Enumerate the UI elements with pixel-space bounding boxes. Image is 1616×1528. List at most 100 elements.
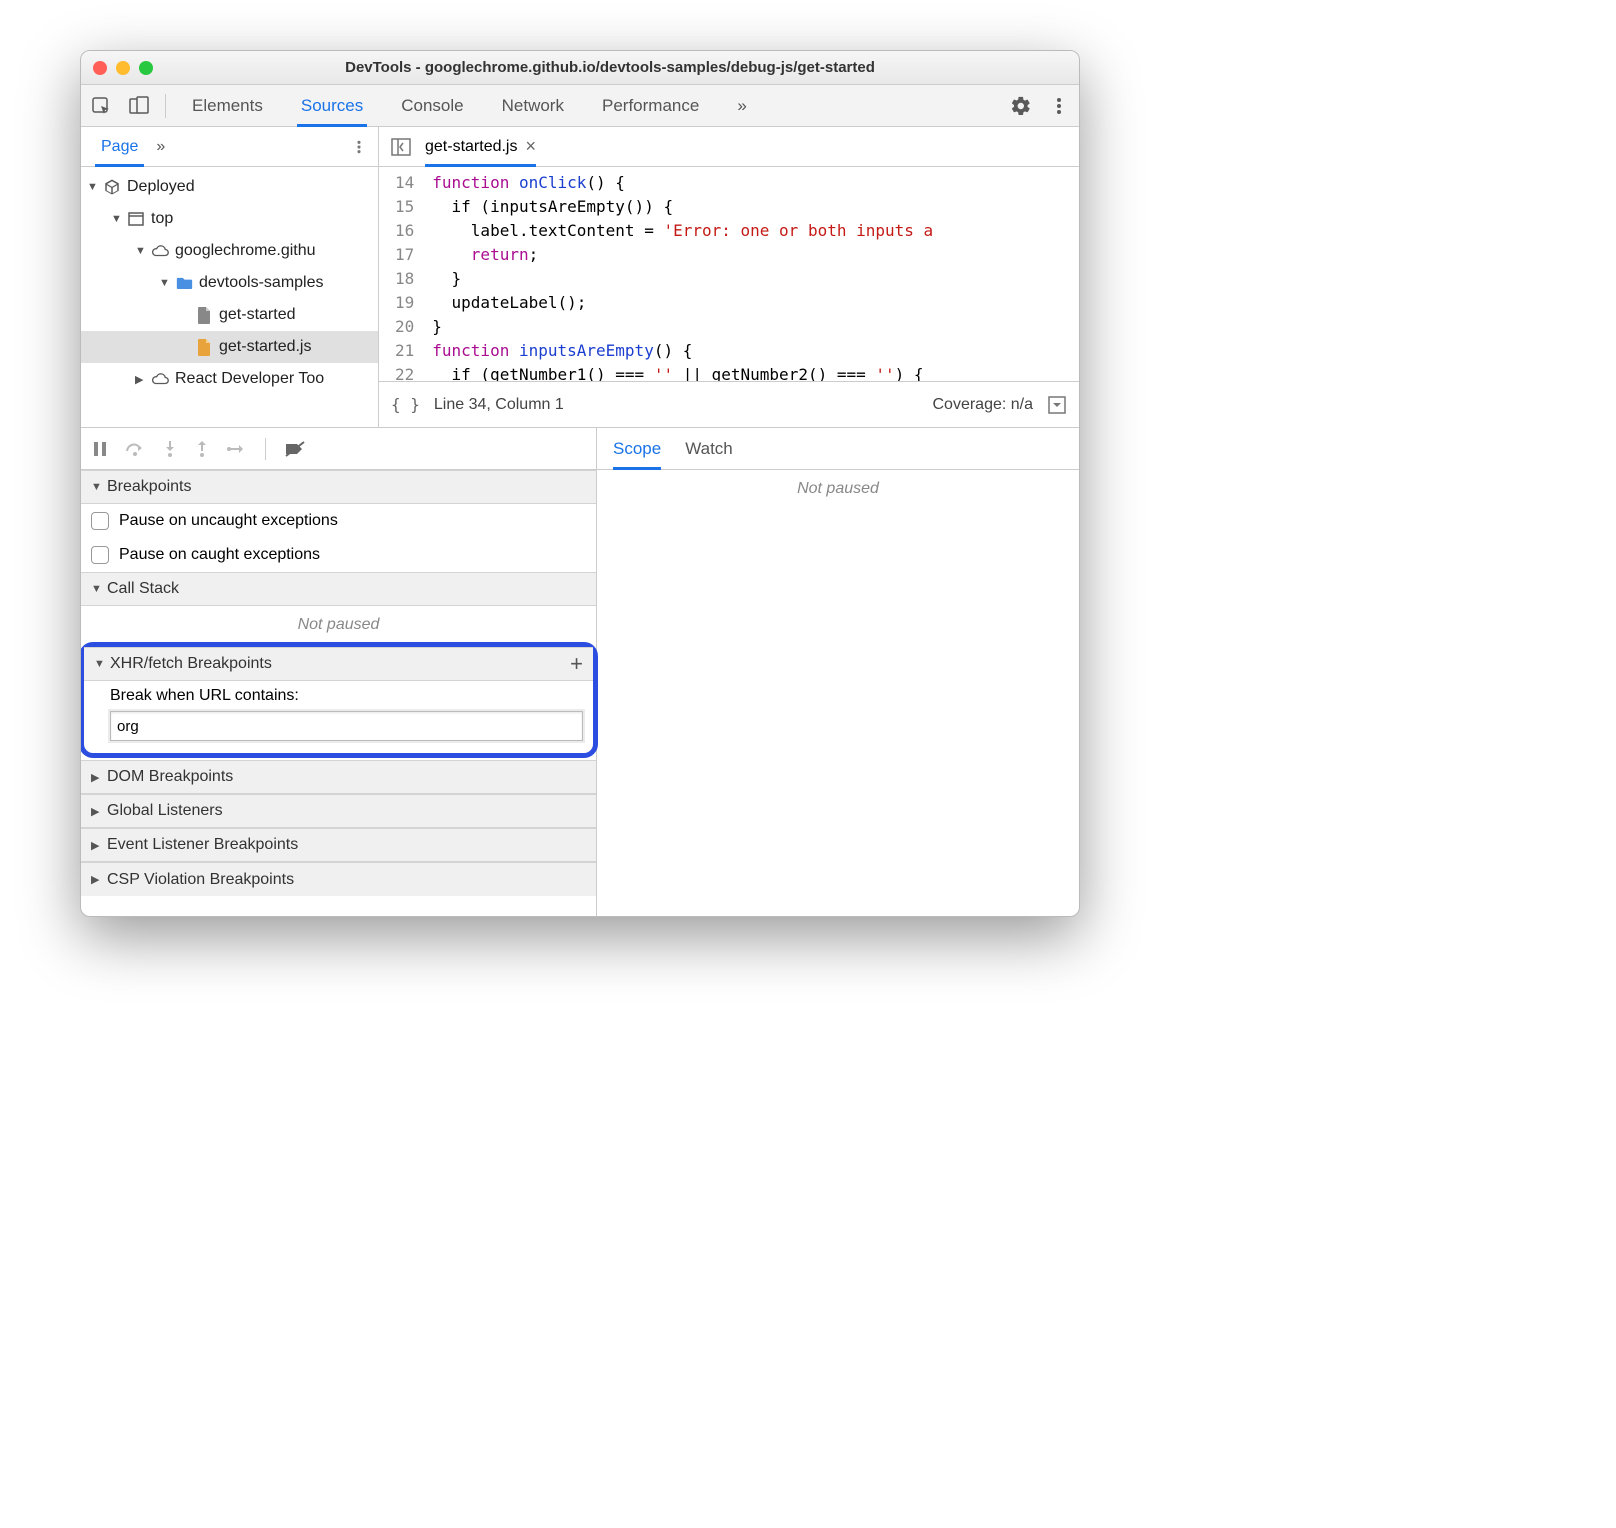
tab-network[interactable]: Network xyxy=(490,85,576,127)
section-label: Event Listener Breakpoints xyxy=(107,836,298,854)
line-number: 22 xyxy=(395,363,414,381)
editor-tab[interactable]: get-started.js × xyxy=(425,127,536,167)
editor-tab-label: get-started.js xyxy=(425,138,517,156)
section-label: XHR/fetch Breakpoints xyxy=(110,655,272,673)
pause-caught-row[interactable]: Pause on caught exceptions xyxy=(81,538,596,572)
step-out-icon[interactable] xyxy=(195,440,209,458)
add-xhr-breakpoint-button[interactable]: + xyxy=(570,651,583,677)
section-label: CSP Violation Breakpoints xyxy=(107,871,294,889)
tab-watch[interactable]: Watch xyxy=(685,428,733,470)
tree-node-extension[interactable]: ▶ React Developer Too xyxy=(81,363,378,395)
tabs-overflow[interactable]: » xyxy=(725,85,758,127)
minimize-window-button[interactable] xyxy=(116,61,130,75)
tree-node-origin[interactable]: ▼ googlechrome.githu xyxy=(81,235,378,267)
line-number: 18 xyxy=(395,267,414,291)
section-dom-breakpoints[interactable]: ▶DOM Breakpoints xyxy=(81,760,596,794)
section-label: Call Stack xyxy=(107,580,179,598)
code-lines: function onClick() { if (inputsAreEmpty(… xyxy=(424,167,933,381)
traffic-lights xyxy=(93,61,153,75)
checkbox-label: Pause on uncaught exceptions xyxy=(119,512,338,530)
checkbox[interactable] xyxy=(91,546,109,564)
section-global-listeners[interactable]: ▶Global Listeners xyxy=(81,794,596,828)
navigator-tabs-overflow[interactable]: » xyxy=(148,138,173,156)
line-number: 15 xyxy=(395,195,414,219)
checkbox[interactable] xyxy=(91,512,109,530)
titlebar: DevTools - googlechrome.github.io/devtoo… xyxy=(81,51,1079,85)
navigator-tab-page[interactable]: Page xyxy=(91,127,148,167)
line-number: 16 xyxy=(395,219,414,243)
gear-icon[interactable] xyxy=(1009,94,1033,118)
checkbox-label: Pause on caught exceptions xyxy=(119,546,320,564)
file-tree: ▼ Deployed ▼ top ▼ googlechrome.githu ▼ xyxy=(81,167,378,427)
divider xyxy=(165,94,166,118)
tree-node-deployed[interactable]: ▼ Deployed xyxy=(81,171,378,203)
line-number: 14 xyxy=(395,171,414,195)
section-label: DOM Breakpoints xyxy=(107,768,233,786)
tab-elements[interactable]: Elements xyxy=(180,85,275,127)
window-title: DevTools - googlechrome.github.io/devtoo… xyxy=(153,59,1067,76)
folder-icon xyxy=(175,274,193,292)
scope-watch-tabs: Scope Watch xyxy=(597,428,1079,470)
tree-node-file-html[interactable]: get-started xyxy=(81,299,378,331)
scope-empty: Not paused xyxy=(597,470,1079,508)
cursor-position: Line 34, Column 1 xyxy=(434,396,564,414)
section-csp-breakpoints[interactable]: ▶CSP Violation Breakpoints xyxy=(81,862,596,896)
editor-pane: get-started.js × 14 15 16 17 18 19 20 21… xyxy=(379,127,1079,381)
pause-uncaught-row[interactable]: Pause on uncaught exceptions xyxy=(81,504,596,538)
tree-label: get-started xyxy=(219,306,295,324)
tab-performance[interactable]: Performance xyxy=(590,85,711,127)
line-number: 21 xyxy=(395,339,414,363)
pretty-print-icon[interactable]: { } xyxy=(391,395,420,414)
cloud-icon xyxy=(151,370,169,388)
section-xhr-breakpoints[interactable]: ▼XHR/fetch Breakpoints+ xyxy=(84,647,593,681)
inspect-icon[interactable] xyxy=(89,94,113,118)
line-number: 20 xyxy=(395,315,414,339)
section-callstack[interactable]: ▼Call Stack xyxy=(81,572,596,606)
close-window-button[interactable] xyxy=(93,61,107,75)
kebab-icon[interactable] xyxy=(1047,94,1071,118)
debugger-toolbar xyxy=(81,428,596,470)
tree-label: devtools-samples xyxy=(199,274,324,292)
callstack-empty: Not paused xyxy=(81,606,596,644)
tree-label: googlechrome.githu xyxy=(175,242,316,260)
navigator-kebab-icon[interactable] xyxy=(340,140,378,154)
step-icon[interactable] xyxy=(227,442,247,456)
pause-icon[interactable] xyxy=(93,441,107,457)
tab-scope[interactable]: Scope xyxy=(613,428,661,470)
tab-sources[interactable]: Sources xyxy=(289,85,375,127)
show-coverage-icon[interactable] xyxy=(1047,395,1067,415)
section-event-listener-breakpoints[interactable]: ▶Event Listener Breakpoints xyxy=(81,828,596,862)
xhr-url-input[interactable] xyxy=(110,711,583,741)
deactivate-breakpoints-icon[interactable] xyxy=(284,440,306,458)
line-gutter: 14 15 16 17 18 19 20 21 22 xyxy=(379,167,424,381)
tree-node-file-js[interactable]: get-started.js xyxy=(81,331,378,363)
section-breakpoints[interactable]: ▼Breakpoints xyxy=(81,470,596,504)
tree-label: top xyxy=(151,210,173,228)
main-toolbar: Elements Sources Console Network Perform… xyxy=(81,85,1079,127)
xhr-breakpoints-highlight: ▼XHR/fetch Breakpoints+ Break when URL c… xyxy=(80,642,598,758)
zoom-window-button[interactable] xyxy=(139,61,153,75)
toggle-navigator-icon[interactable] xyxy=(387,138,415,156)
debugger-pane: ▼Breakpoints Pause on uncaught exception… xyxy=(81,427,1079,916)
document-icon xyxy=(195,306,213,324)
close-icon[interactable]: × xyxy=(525,136,536,157)
tree-node-folder[interactable]: ▼ devtools-samples xyxy=(81,267,378,299)
tree-label: Deployed xyxy=(127,178,195,196)
tab-console[interactable]: Console xyxy=(389,85,475,127)
line-number: 19 xyxy=(395,291,414,315)
tree-node-top[interactable]: ▼ top xyxy=(81,203,378,235)
editor-status-bar: { } Line 34, Column 1 Coverage: n/a xyxy=(379,381,1079,427)
cube-icon xyxy=(103,178,121,196)
js-file-icon xyxy=(195,338,213,356)
cloud-icon xyxy=(151,242,169,260)
device-toggle-icon[interactable] xyxy=(127,94,151,118)
step-into-icon[interactable] xyxy=(163,440,177,458)
navigator-pane: Page » ▼ Deployed ▼ top ▼ xyxy=(81,127,379,427)
tree-label: React Developer Too xyxy=(175,370,324,388)
line-number: 17 xyxy=(395,243,414,267)
code-editor[interactable]: 14 15 16 17 18 19 20 21 22 function onCl… xyxy=(379,167,1079,381)
step-over-icon[interactable] xyxy=(125,441,145,457)
section-label: Global Listeners xyxy=(107,802,223,820)
coverage-status: Coverage: n/a xyxy=(932,396,1033,414)
window-icon xyxy=(127,210,145,228)
